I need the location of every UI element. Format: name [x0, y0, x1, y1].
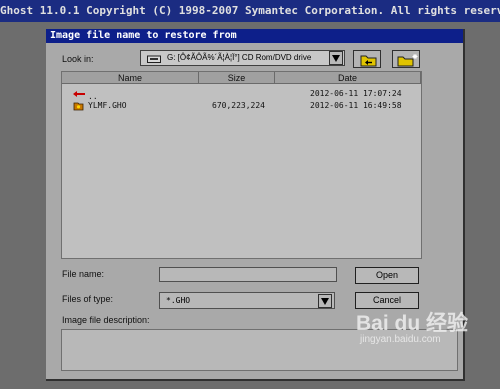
- parent-folder-arrow-icon: [73, 91, 85, 97]
- cd-drive-icon: [147, 55, 161, 63]
- watermark: Bai du 经验 jingyan.baidu.com: [352, 307, 492, 377]
- file-date: 2012-06-11 16:49:58: [310, 101, 402, 110]
- file-date: 2012-06-11 17:07:24: [310, 89, 402, 98]
- description-label: Image file description:: [62, 315, 150, 325]
- app-header: Ghost 11.0.1 Copyright (C) 1998-2007 Sym…: [0, 0, 500, 22]
- column-header-name[interactable]: Name: [62, 72, 199, 84]
- file-name: YLMF.GHO: [88, 101, 127, 110]
- watermark-main: Bai du 经验: [356, 312, 469, 335]
- files-of-type-dropdown-button[interactable]: [318, 294, 332, 308]
- look-in-value: G: [Ô¢ÃÔÃ%´Ã¦À¦Ï°] CD Rom/DVD drive: [167, 53, 312, 62]
- new-folder-icon: [397, 54, 418, 67]
- new-folder-button[interactable]: [392, 50, 420, 68]
- folder-up-icon: [360, 55, 377, 67]
- chevron-down-icon: [321, 297, 329, 305]
- chevron-down-icon: [332, 54, 340, 62]
- file-row-parent[interactable]: .. 2012-06-11 17:07:24: [62, 88, 421, 101]
- file-list[interactable]: Name Size Date .. 2012-06-11 17:07:24 YL…: [61, 71, 422, 259]
- up-one-level-button[interactable]: [353, 50, 381, 68]
- look-in-combobox[interactable]: G: [Ô¢ÃÔÃ%´Ã¦À¦Ï°] CD Rom/DVD drive: [140, 50, 345, 66]
- files-of-type-combobox[interactable]: *.GHO: [159, 292, 335, 309]
- files-of-type-value: *.GHO: [166, 296, 191, 305]
- file-row-ylmf[interactable]: YLMF.GHO 670,223,224 2012-06-11 16:49:58: [62, 100, 421, 112]
- look-in-dropdown-button[interactable]: [329, 51, 343, 65]
- files-of-type-label: Files of type:: [62, 294, 114, 304]
- file-name-label: File name:: [62, 269, 105, 279]
- file-name-input[interactable]: [159, 267, 337, 282]
- column-header-size[interactable]: Size: [199, 72, 275, 84]
- column-header-date[interactable]: Date: [275, 72, 421, 84]
- look-in-label: Look in:: [62, 54, 94, 64]
- app-header-text: Ghost 11.0.1 Copyright (C) 1998-2007 Sym…: [0, 4, 500, 17]
- dialog-title: Image file name to restore from: [46, 29, 463, 43]
- open-button[interactable]: Open: [355, 267, 419, 284]
- ghost-image-file-icon: [73, 102, 84, 111]
- file-size: 670,223,224: [212, 101, 265, 110]
- watermark-sub: jingyan.baidu.com: [360, 334, 441, 345]
